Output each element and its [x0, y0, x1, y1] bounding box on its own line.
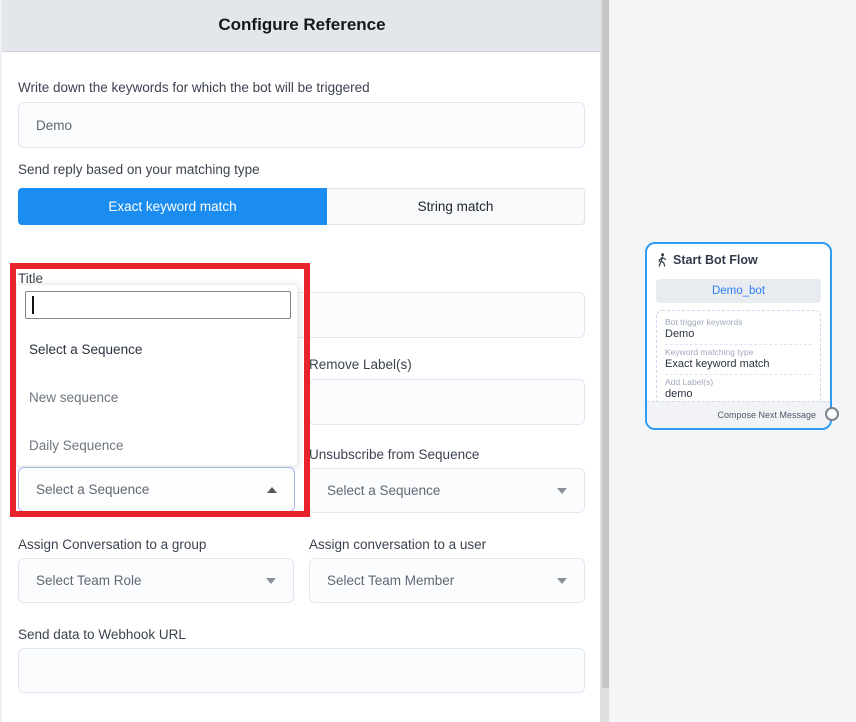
assign-user-select[interactable]: Select Team Member	[309, 558, 585, 603]
node-footer: Compose Next Message	[647, 401, 830, 428]
assign-group-label: Assign Conversation to a group	[18, 537, 206, 552]
sequence-dropdown-menu: Select a Sequence New sequence Daily Seq…	[16, 284, 298, 466]
caret-up-icon	[267, 487, 277, 493]
page-title: Configure Reference	[2, 0, 602, 50]
unsubscribe-sequence-select[interactable]: Select a Sequence	[309, 468, 585, 513]
remove-labels-label: Remove Label(s)	[309, 357, 412, 372]
node-title: Start Bot Flow	[673, 253, 758, 267]
assign-group-select[interactable]: Select Team Role	[18, 558, 294, 603]
configure-reference-panel: Configure Reference Write down the keywo…	[0, 0, 600, 722]
tab-string-match[interactable]: String match	[327, 188, 585, 225]
caret-down-icon	[557, 488, 567, 494]
unsubscribe-sequence-value: Select a Sequence	[327, 483, 440, 498]
sequence-search-input[interactable]	[25, 291, 291, 319]
caret-down-icon	[266, 578, 276, 584]
webhook-url-input[interactable]	[18, 648, 585, 693]
caret-down-icon	[557, 578, 567, 584]
sequence-option-select-a-sequence[interactable]: Select a Sequence	[29, 342, 142, 357]
subscribe-sequence-value: Select a Sequence	[36, 482, 149, 497]
scrollbar-thumb[interactable]	[602, 0, 609, 688]
node-field-matching-type: Keyword matching type Exact keyword matc…	[665, 344, 812, 374]
assign-user-value: Select Team Member	[327, 573, 454, 588]
text-cursor	[32, 296, 34, 314]
node-field-value: demo	[665, 388, 812, 401]
keywords-label: Write down the keywords for which the bo…	[18, 80, 370, 95]
compose-next-message-label: Compose Next Message	[717, 410, 816, 420]
assign-group-value: Select Team Role	[36, 573, 142, 588]
sequence-option-daily-sequence[interactable]: Daily Sequence	[29, 438, 124, 453]
subscribe-sequence-select-open[interactable]: Select a Sequence	[18, 467, 295, 512]
sequence-option-new-sequence[interactable]: New sequence	[29, 390, 118, 405]
node-field-label: Add Label(s)	[665, 377, 812, 388]
node-field-label: Bot trigger keywords	[665, 317, 812, 328]
matching-type-tabs: Exact keyword match String match	[18, 188, 585, 225]
webhook-url-label: Send data to Webhook URL	[18, 627, 186, 642]
unsubscribe-sequence-label: Unsubscribe from Sequence	[309, 447, 479, 462]
tab-exact-keyword-match[interactable]: Exact keyword match	[18, 188, 327, 225]
start-bot-flow-node[interactable]: Start Bot Flow Demo_bot Bot trigger keyw…	[645, 242, 832, 430]
node-field-value: Demo	[665, 328, 812, 341]
node-field-label: Keyword matching type	[665, 347, 812, 358]
keywords-input[interactable]	[18, 102, 585, 148]
output-connector-handle[interactable]	[825, 407, 839, 421]
bot-name-button[interactable]: Demo_bot	[656, 279, 821, 303]
node-field-trigger-keywords: Bot trigger keywords Demo	[665, 315, 812, 344]
remove-labels-input[interactable]	[309, 379, 585, 425]
assign-user-label: Assign conversation to a user	[309, 537, 486, 552]
walking-person-icon	[657, 253, 668, 267]
panel-header: Configure Reference	[2, 0, 602, 52]
node-field-value: Exact keyword match	[665, 358, 812, 371]
matching-type-label: Send reply based on your matching type	[18, 162, 260, 177]
node-header: Start Bot Flow	[657, 253, 758, 267]
flow-canvas: Start Bot Flow Demo_bot Bot trigger keyw…	[609, 0, 856, 722]
vertical-scrollbar[interactable]	[600, 0, 609, 722]
node-field-add-labels: Add Label(s) demo	[665, 374, 812, 404]
node-fields-box: Bot trigger keywords Demo Keyword matchi…	[656, 310, 821, 408]
